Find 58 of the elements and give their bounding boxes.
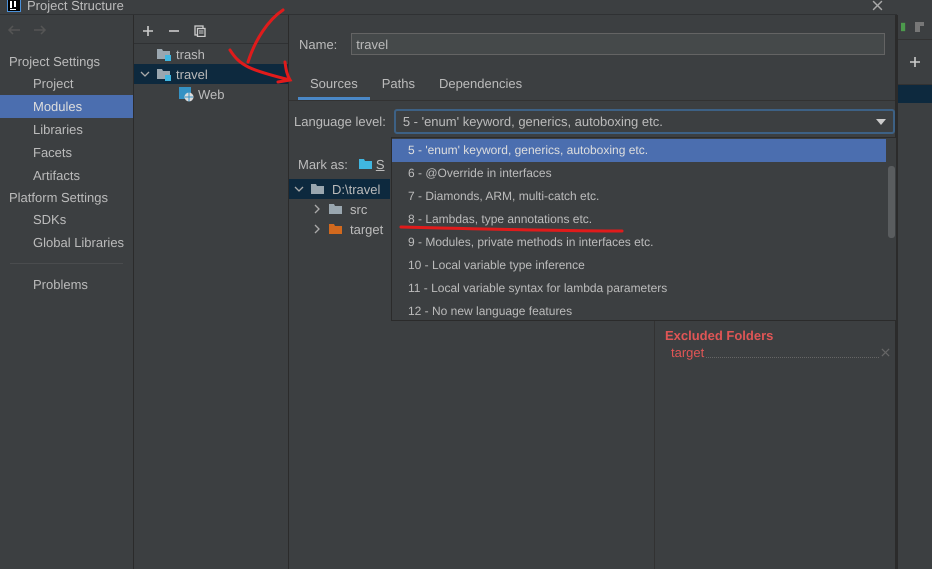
- module-name: trash: [176, 46, 205, 62]
- excluded-folders-heading: Excluded Folders: [664, 328, 774, 343]
- sidebar-item[interactable]: SDKs: [0, 208, 133, 231]
- module-name: Web: [198, 86, 224, 102]
- section-heading: Platform Settings: [8, 189, 109, 207]
- dropdown-option[interactable]: 6 - @Override in interfaces: [392, 162, 886, 185]
- window-title: Project Structure: [27, 0, 124, 12]
- chevron-down-icon[interactable]: [294, 184, 304, 194]
- module-folder-icon: [156, 66, 172, 82]
- folder-name: target: [350, 222, 384, 236]
- mark-as-label: Mark as:: [298, 156, 348, 172]
- add-icon[interactable]: [142, 25, 154, 37]
- dropdown-option[interactable]: 10 - Local variable type inference: [392, 254, 886, 277]
- caret-icon: [876, 118, 886, 124]
- web-module-icon: [178, 86, 194, 102]
- sidebar-item[interactable]: Facets: [0, 141, 133, 164]
- section-heading: Project Settings: [8, 53, 102, 71]
- module-row[interactable]: Web: [134, 84, 288, 104]
- add-icon[interactable]: [909, 56, 921, 68]
- module-name: travel: [176, 66, 208, 82]
- sidebar-item[interactable]: Artifacts: [0, 164, 133, 187]
- folder-name: src: [350, 202, 368, 216]
- dropdown-option[interactable]: 12 - No new language features: [392, 300, 886, 323]
- close-button[interactable]: [872, 0, 883, 12]
- sidebar-item[interactable]: Problems: [0, 273, 133, 296]
- folder-name: D:\travel: [332, 182, 380, 196]
- excluded-folder-path: target: [671, 345, 704, 360]
- language-level-dropdown[interactable]: 5 - 'enum' keyword, generics, autoboxing etc.: [394, 109, 895, 134]
- dropdown-option[interactable]: 9 - Modules, private methods in interfaces etc.: [392, 231, 886, 254]
- folder-icon: [328, 201, 344, 217]
- name-field[interactable]: travel: [351, 33, 885, 55]
- folder-row[interactable]: src: [289, 199, 390, 219]
- dropdown-option[interactable]: 5 - 'enum' keyword, generics, autoboxing etc.: [392, 139, 886, 162]
- module-row[interactable]: travel: [134, 64, 288, 84]
- module-row[interactable]: trash: [134, 44, 288, 64]
- language-level-label: Language level:: [294, 114, 386, 129]
- mark-sources-button[interactable]: S: [358, 156, 385, 172]
- app-logo-icon: [7, 0, 21, 12]
- dropdown-option[interactable]: 7 - Diamonds, ARM, multi-catch etc.: [392, 185, 886, 208]
- sidebar-item[interactable]: Modules: [0, 95, 133, 118]
- name-label: Name:: [299, 36, 338, 52]
- sidebar-item[interactable]: Libraries: [0, 118, 133, 141]
- content-root-row[interactable]: D:\travel: [289, 179, 390, 199]
- chevron-down-icon[interactable]: [140, 69, 150, 79]
- folder-icon: [328, 221, 344, 237]
- scrollbar[interactable]: [888, 166, 895, 238]
- folder-icon: [310, 181, 326, 197]
- tab[interactable]: Sources: [298, 72, 370, 100]
- sidebar-item[interactable]: Project: [0, 72, 133, 95]
- tab[interactable]: Dependencies: [426, 72, 534, 100]
- dropdown-option[interactable]: 11 - Local variable syntax for lambda parameters: [392, 277, 886, 300]
- tab[interactable]: Paths: [370, 72, 427, 100]
- dropdown-option[interactable]: 8 - Lambdas, type annotations etc.: [392, 208, 886, 231]
- sidebar-item[interactable]: Global Libraries: [0, 231, 133, 254]
- copy-icon[interactable]: [194, 25, 206, 37]
- folder-icon: [358, 156, 374, 172]
- module-folder-icon: [156, 46, 172, 62]
- folder-row[interactable]: target: [289, 219, 390, 239]
